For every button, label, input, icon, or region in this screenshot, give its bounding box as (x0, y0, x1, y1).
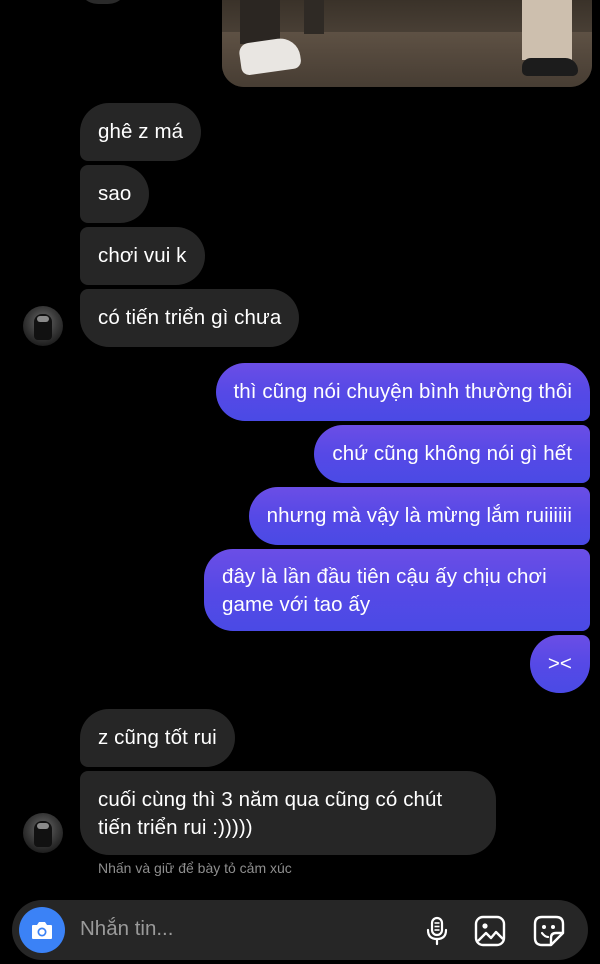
camera-icon (32, 922, 52, 939)
message-text: chứ cũng không nói gì hết (332, 442, 572, 465)
reaction-hint: Nhấn và giữ để bày tỏ cảm xúc (98, 860, 292, 876)
outgoing-message[interactable]: chứ cũng không nói gì hết (314, 425, 590, 483)
message-composer: Nhắn tin... (12, 900, 588, 960)
incoming-message[interactable]: có tiến triển gì chưa (80, 289, 300, 347)
message-text: thì cũng nói chuyện bình thường thôi (233, 380, 572, 403)
camera-button[interactable] (19, 907, 65, 953)
message-text-line: game với tao ấy (222, 593, 371, 616)
shared-video-thumbnail[interactable] (222, 0, 592, 87)
video-figure (522, 0, 572, 60)
outgoing-message[interactable]: nhưng mà vậy là mừng lắm ruiiiiii (248, 487, 590, 545)
message-text: ghê z má (98, 120, 184, 143)
message-text: >< (547, 652, 572, 675)
sticker-icon (533, 915, 565, 947)
message-text: z cũng tốt rui (98, 726, 217, 749)
message-text: sao (98, 182, 132, 205)
video-figure-detail (304, 0, 324, 34)
message-text-line: cuối cùng thì 3 năm qua cũng có chút (98, 788, 443, 811)
message-text-line: tiến triển rui :))))) (98, 816, 253, 839)
message-text: chơi vui k (98, 244, 187, 267)
incoming-message[interactable]: cuối cùng thì 3 năm qua cũng có chút tiế… (80, 771, 496, 855)
incoming-message[interactable]: sao (80, 165, 150, 223)
incoming-message[interactable]: z cũng tốt rui (80, 709, 235, 767)
incoming-message[interactable]: ghê z má (80, 103, 202, 161)
microphone-button[interactable] (420, 914, 454, 948)
gallery-button[interactable] (473, 914, 507, 948)
contact-avatar[interactable] (23, 306, 63, 346)
message-text: nhưng mà vậy là mừng lắm ruiiiiii (266, 504, 572, 527)
partial-avatar (78, 0, 128, 4)
outgoing-message[interactable]: thì cũng nói chuyện bình thường thôi (215, 363, 590, 421)
avatar-figure-detail (37, 316, 49, 322)
message-text: có tiến triển gì chưa (98, 306, 282, 329)
sticker-button[interactable] (532, 914, 566, 948)
outgoing-message[interactable]: >< (529, 635, 590, 693)
incoming-message[interactable]: chơi vui k (80, 227, 205, 285)
video-figure (240, 0, 280, 44)
outgoing-message[interactable]: đây là lần đầu tiên cậu ấy chịu chơi gam… (204, 549, 590, 631)
avatar-figure-detail (37, 823, 49, 829)
contact-avatar[interactable] (23, 813, 63, 853)
message-text-line: đây là lần đầu tiên cậu ấy chịu chơi (222, 565, 547, 588)
microphone-icon (426, 916, 448, 946)
message-input[interactable]: Nhắn tin... (80, 917, 173, 941)
video-shoe (522, 58, 578, 76)
gallery-icon (474, 915, 506, 947)
